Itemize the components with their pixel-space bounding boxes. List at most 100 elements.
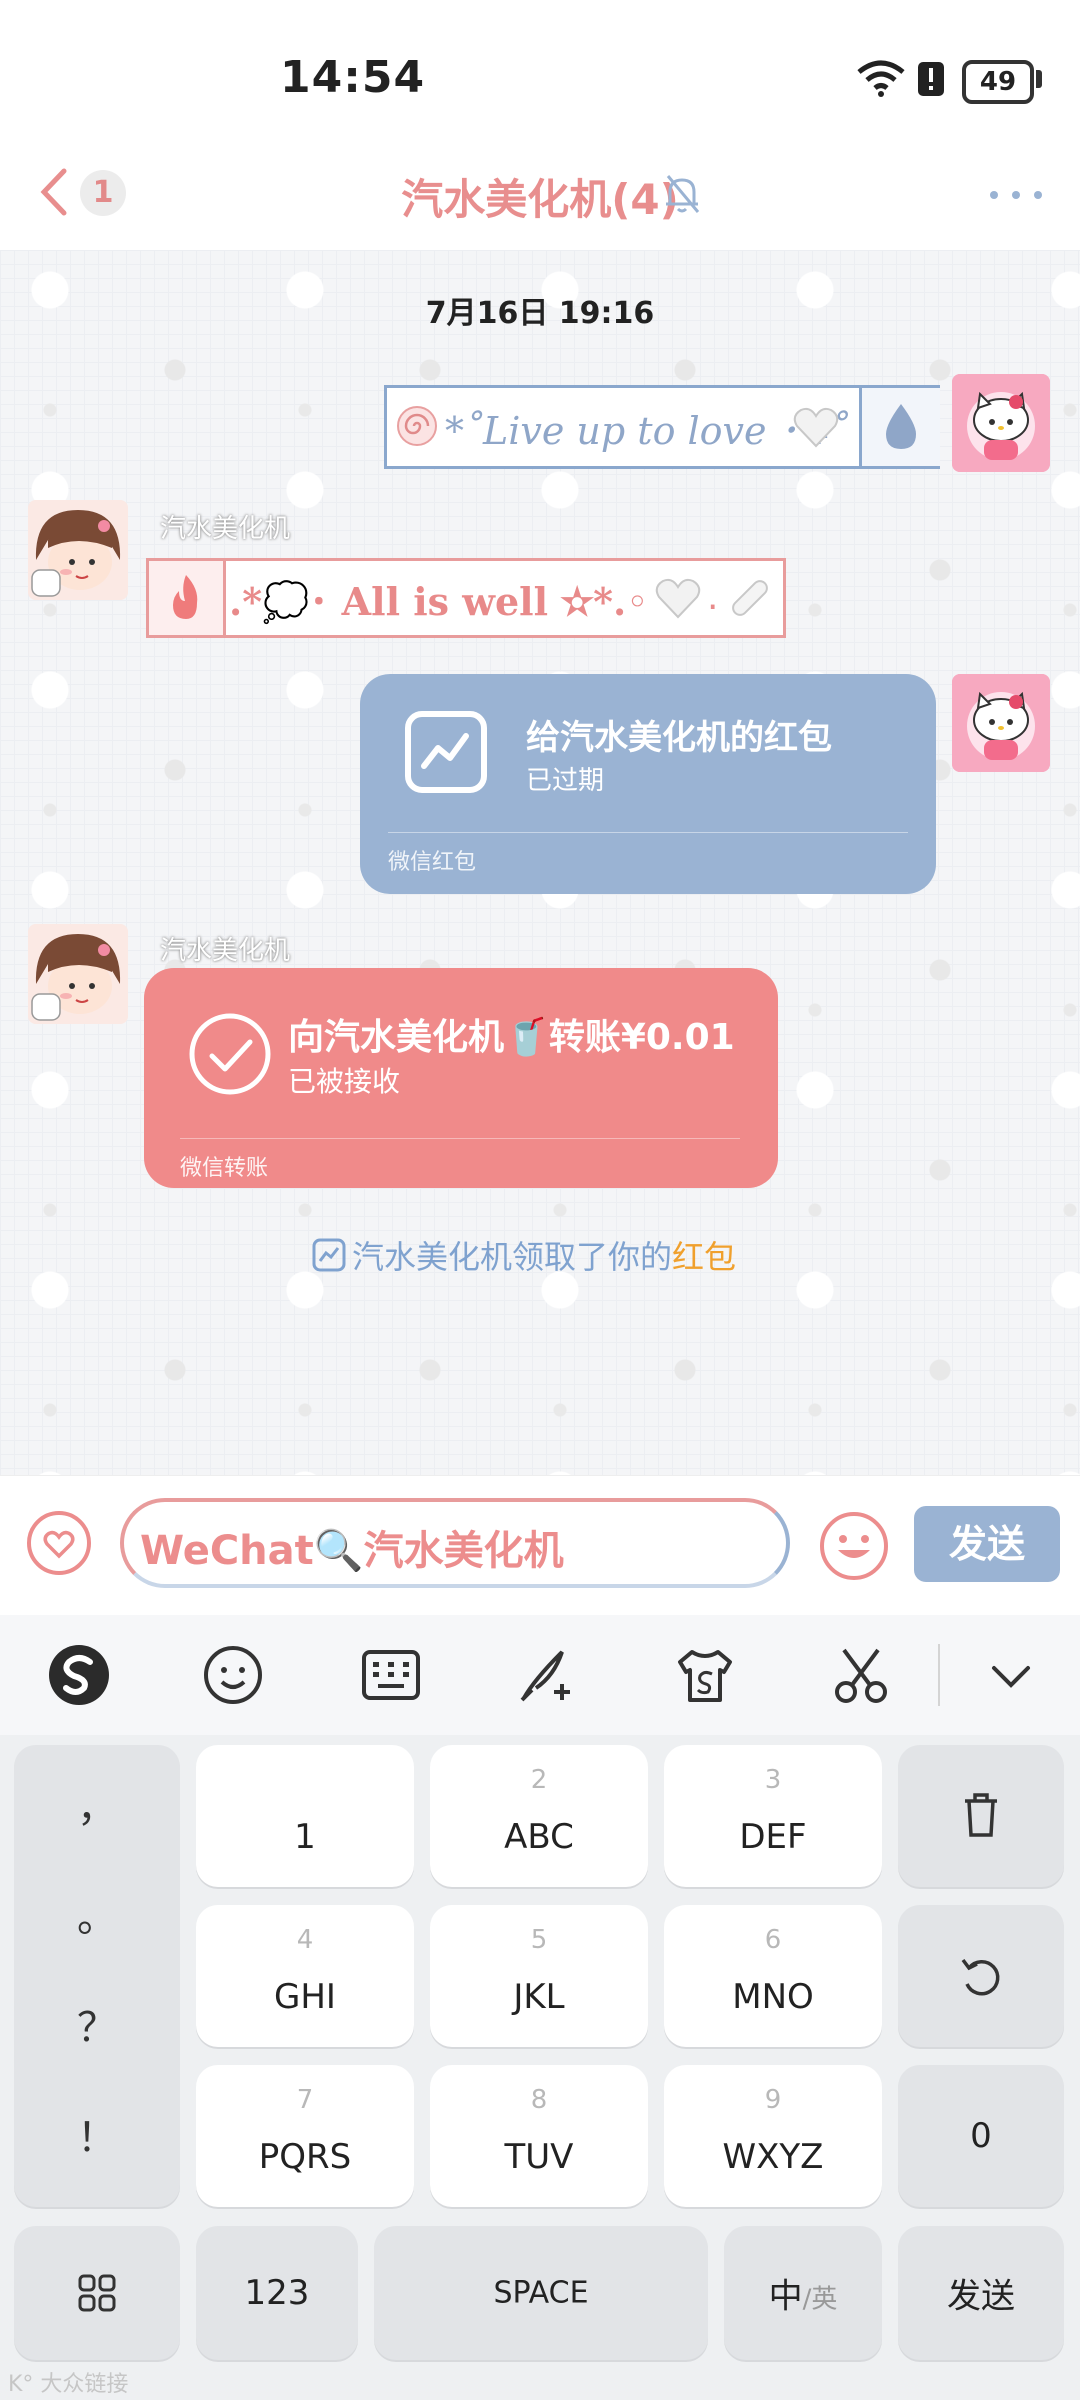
- chat-title: 汽水美化机(4): [401, 175, 679, 224]
- flame-box: [149, 561, 226, 635]
- language-switch-key[interactable]: 中/英: [724, 2226, 882, 2360]
- hello-kitty-avatar-icon: [952, 374, 1050, 472]
- key-pqrs[interactable]: 7 PQRS: [196, 2065, 414, 2207]
- key-number: 5: [530, 1925, 548, 1955]
- message-text: *˚Live up to love ･ ₊˚: [445, 409, 849, 453]
- red-packet-title: 给汽水美化机的红包: [526, 718, 832, 758]
- punct-period[interactable]: 。: [14, 1885, 180, 1943]
- key-label: 中/英: [724, 2269, 882, 2318]
- key-def[interactable]: 3 DEF: [664, 1745, 882, 1887]
- check-circle-icon: [189, 1013, 271, 1095]
- punct-exclaim[interactable]: ！: [14, 2105, 180, 2163]
- key-label: PQRS: [258, 2137, 352, 2177]
- key-wxyz[interactable]: 9 WXYZ: [664, 2065, 882, 2207]
- outgoing-text-message[interactable]: *˚Live up to love ･ ₊˚: [384, 385, 940, 469]
- emoji-icon[interactable]: [198, 1640, 268, 1710]
- undo-icon: [961, 1958, 1000, 1996]
- key-label: GHI: [274, 1977, 336, 2017]
- heart-button-icon[interactable]: [26, 1510, 92, 1576]
- more-options-icon[interactable]: [986, 188, 1046, 202]
- key-0[interactable]: 0: [898, 2065, 1064, 2207]
- key-label: WXYZ: [722, 2137, 824, 2177]
- punctuation-column[interactable]: ， 。 ？ ！: [14, 1745, 180, 2207]
- system-message: 汽水美化机领取了你的红包: [312, 1232, 736, 1278]
- key-label: JKL: [513, 1977, 565, 2017]
- lang-main: 中: [768, 2276, 803, 2317]
- key-number: 2: [530, 1765, 548, 1795]
- heart-icon: [655, 578, 701, 619]
- transfer-footer: 微信转账: [180, 1156, 269, 1181]
- key-label: 123: [244, 2273, 310, 2313]
- watermark: K° 大众链接: [8, 2372, 129, 2397]
- my-avatar[interactable]: [952, 674, 1050, 772]
- key-jkl[interactable]: 5 JKL: [430, 1905, 648, 2047]
- incoming-text-message[interactable]: .*💭･ All is well ✫*.◦ .: [146, 558, 786, 638]
- my-avatar[interactable]: [952, 374, 1050, 472]
- dot-icon: .: [707, 577, 719, 618]
- numbers-key[interactable]: 123: [196, 2226, 358, 2360]
- hello-kitty-avatar-icon: [952, 674, 1050, 772]
- transfer-title: 向汽水美化机🥤转账¥0.01: [288, 1017, 735, 1058]
- water-drop-icon: [886, 404, 916, 449]
- input-text: WeChat🔍汽水美化机: [140, 1528, 564, 1574]
- mute-bell-icon: [666, 175, 700, 213]
- red-packet-icon: [405, 711, 487, 793]
- emoji-button-icon[interactable]: [818, 1510, 890, 1582]
- sender-name: 汽水美化机: [160, 936, 291, 966]
- key-label: SPACE: [493, 2275, 589, 2311]
- key-mno[interactable]: 6 MNO: [664, 1905, 882, 2047]
- contact-avatar[interactable]: [28, 924, 128, 1024]
- red-packet-footer: 微信红包: [388, 850, 477, 875]
- key-number: 9: [764, 2085, 782, 2115]
- red-packet-status: 已过期: [526, 766, 605, 796]
- space-key[interactable]: SPACE: [374, 2226, 708, 2360]
- girl-avatar-icon: [28, 924, 128, 1024]
- message-input[interactable]: WeChat🔍汽水美化机: [120, 1498, 790, 1588]
- key-label: 发送: [947, 2276, 1015, 2317]
- status-time: 14:54: [280, 52, 426, 103]
- delete-key[interactable]: [898, 1745, 1064, 1887]
- wifi-icon: [857, 60, 905, 97]
- alert-icon: [918, 62, 944, 96]
- transfer-message[interactable]: 向汽水美化机🥤转账¥0.01 已被接收 微信转账: [144, 968, 778, 1188]
- key-tuv[interactable]: 8 TUV: [430, 2065, 648, 2207]
- battery-indicator: 49: [962, 60, 1034, 104]
- punct-comma[interactable]: ，: [14, 1775, 180, 1833]
- divider: [388, 832, 908, 833]
- grid-icon: [78, 2274, 116, 2312]
- skin-icon[interactable]: [670, 1640, 740, 1710]
- keyboard-send-key[interactable]: 发送: [898, 2226, 1064, 2360]
- send-button[interactable]: 发送: [914, 1506, 1060, 1582]
- key-number: 7: [296, 2085, 314, 2115]
- contact-avatar[interactable]: [28, 500, 128, 600]
- red-packet-message[interactable]: 给汽水美化机的红包 已过期 微信红包: [360, 674, 936, 894]
- key-label: 1: [294, 1817, 316, 1857]
- drop-box: [859, 388, 940, 466]
- heart-icon: [793, 407, 839, 448]
- key-label: DEF: [739, 1817, 807, 1857]
- red-packet-link[interactable]: 红包: [672, 1238, 736, 1276]
- transfer-status: 已被接收: [288, 1065, 401, 1098]
- symbols-key[interactable]: [14, 2226, 180, 2360]
- handwriting-icon[interactable]: [512, 1640, 582, 1710]
- key-label: 0: [970, 2116, 992, 2156]
- bandage-icon: [732, 580, 768, 616]
- sogou-logo-icon[interactable]: [44, 1640, 114, 1710]
- message-text: .*💭･ All is well ✫*.◦: [229, 579, 649, 624]
- message-time-divider: 7月16日 19:16: [425, 296, 655, 331]
- key-label: ABC: [504, 1817, 574, 1857]
- red-packet-small-icon: [312, 1238, 346, 1272]
- scissors-icon[interactable]: [826, 1640, 896, 1710]
- key-ghi[interactable]: 4 GHI: [196, 1905, 414, 2047]
- collapse-icon[interactable]: [976, 1640, 1046, 1710]
- keyboard-icon[interactable]: [356, 1640, 426, 1710]
- key-label: MNO: [732, 1977, 814, 2017]
- key-number: 4: [296, 1925, 314, 1955]
- reset-key[interactable]: [898, 1905, 1064, 2047]
- key-label: TUV: [504, 2137, 574, 2177]
- sender-name: 汽水美化机: [160, 514, 291, 544]
- girl-avatar-icon: [28, 500, 128, 600]
- punct-question[interactable]: ？: [14, 1995, 180, 2053]
- key-1[interactable]: 1: [196, 1745, 414, 1887]
- key-abc[interactable]: 2 ABC: [430, 1745, 648, 1887]
